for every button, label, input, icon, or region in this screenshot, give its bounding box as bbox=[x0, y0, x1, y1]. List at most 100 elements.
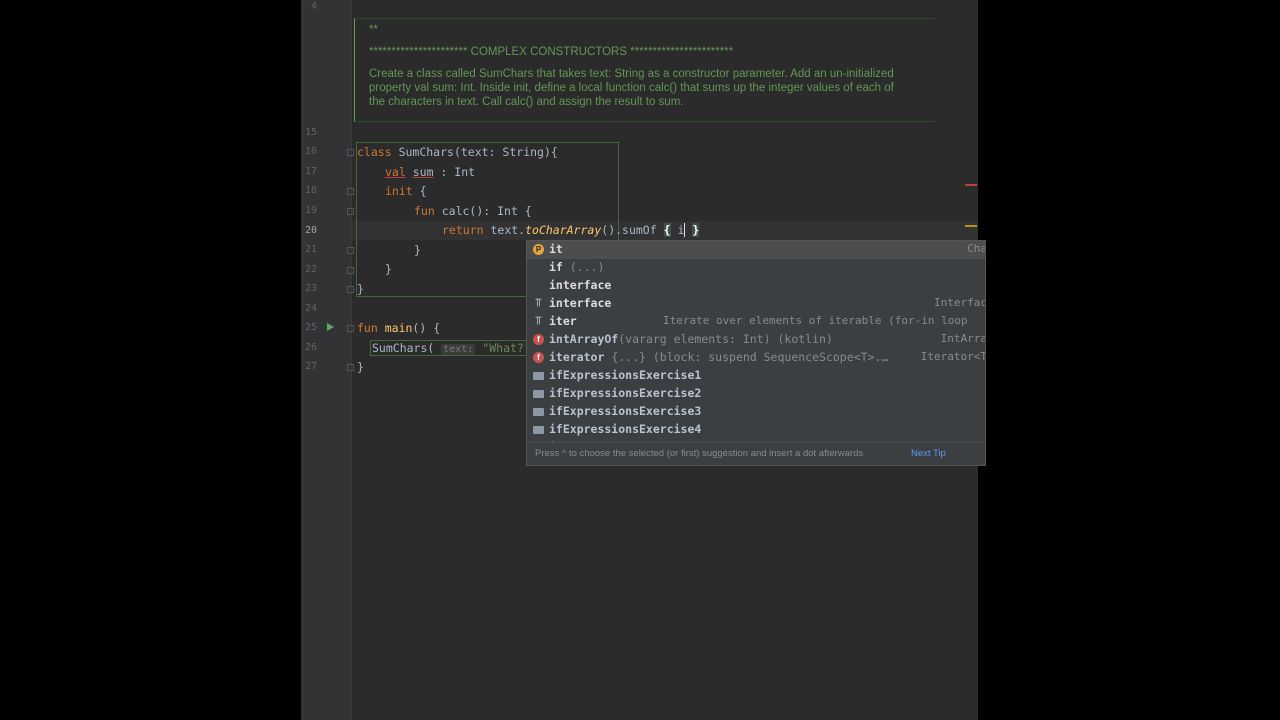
line-number: 24 bbox=[304, 303, 317, 314]
completion-type: Cha bbox=[967, 242, 986, 255]
code-line-18[interactable]: init { bbox=[385, 184, 427, 198]
code-text: ().sumOf bbox=[601, 223, 664, 237]
property-name: sum bbox=[412, 165, 434, 179]
code-line-22[interactable]: } bbox=[385, 262, 392, 276]
code-line-26[interactable]: SumChars( text: "What?") bbox=[370, 340, 540, 356]
code-text: () { bbox=[412, 321, 441, 335]
completion-name: if bbox=[549, 260, 563, 274]
line-number: 20 bbox=[304, 225, 317, 236]
completion-item[interactable]: P it Cha bbox=[527, 241, 986, 259]
parameter-hint: text: bbox=[441, 344, 476, 355]
fold-icon[interactable] bbox=[347, 286, 354, 293]
completion-item[interactable]: ⫪ iter Iterate over elements of iterable… bbox=[527, 313, 985, 331]
completion-name: interface bbox=[549, 296, 612, 310]
fold-icon[interactable] bbox=[347, 325, 354, 332]
code-text: } bbox=[385, 262, 392, 276]
completion-item[interactable]: ⫪ interface Interfac bbox=[527, 295, 986, 313]
comment-line: Create a class called SumChars that take… bbox=[369, 68, 894, 80]
code-line-21[interactable]: } bbox=[414, 243, 421, 257]
fold-icon[interactable] bbox=[347, 208, 354, 215]
fold-icon[interactable] bbox=[347, 188, 354, 195]
code-text: : Int bbox=[433, 165, 476, 179]
code-line-19[interactable]: fun calc(): Int { bbox=[414, 204, 532, 218]
fold-icon[interactable] bbox=[347, 149, 354, 156]
comment-stars: ** bbox=[369, 24, 378, 36]
next-tip-link[interactable]: Next Tip bbox=[911, 448, 946, 459]
comment-heading: ********************** COMPLEX CONSTRUCT… bbox=[369, 46, 734, 58]
code-line-20[interactable]: return text.toCharArray().sumOf { i } bbox=[442, 223, 700, 237]
lambda-close-brace: } bbox=[692, 223, 700, 237]
code-text: (text: String){ bbox=[453, 145, 558, 159]
line-number: 17 bbox=[304, 166, 317, 177]
warning-stripe-marker[interactable] bbox=[965, 225, 977, 227]
completion-item[interactable]: ifExpressionsExercise2 bbox=[527, 385, 985, 403]
fold-icon[interactable] bbox=[347, 364, 354, 371]
completion-footer: Press ^ to choose the selected (or first… bbox=[527, 442, 985, 465]
footer-hint: Press ^ to choose the selected (or first… bbox=[535, 448, 864, 459]
line-number: 22 bbox=[304, 264, 317, 275]
class-name: SumChars bbox=[398, 145, 454, 159]
live-template-icon: ⫪ bbox=[535, 297, 542, 309]
line-gutter: 4 15 16 17 18 19 20 21 22 23 24 25 26 27 bbox=[301, 0, 354, 720]
completion-item[interactable]: ifExpressionsExercise4 bbox=[527, 421, 985, 439]
keyword: init bbox=[385, 184, 413, 198]
fold-icon[interactable] bbox=[347, 267, 354, 274]
keyword: class bbox=[357, 145, 392, 159]
line-number: 19 bbox=[304, 205, 317, 216]
typed-text: i bbox=[670, 223, 685, 237]
package-icon bbox=[533, 408, 544, 416]
code-line-27[interactable]: } bbox=[357, 360, 364, 374]
completion-description: Iterate over elements of iterable (for-i… bbox=[663, 314, 968, 327]
completion-type: Iterator<T bbox=[920, 350, 986, 363]
completion-tail: {...} (block: suspend SequenceScope<T>.… bbox=[604, 350, 889, 364]
live-template-icon: ⫪ bbox=[535, 315, 542, 327]
completion-type: IntArra bbox=[940, 332, 986, 345]
parameter-icon: P bbox=[533, 244, 544, 255]
text-cursor bbox=[684, 223, 686, 237]
keyword: fun bbox=[414, 204, 435, 218]
code-line-25[interactable]: fun main() { bbox=[357, 321, 440, 335]
line-number: 16 bbox=[304, 146, 317, 157]
completion-name: ifExpressionsExercise3 bbox=[549, 404, 702, 418]
error-stripe-marker[interactable] bbox=[965, 184, 977, 186]
string-literal: "What?" bbox=[482, 341, 531, 355]
code-text: } bbox=[357, 360, 364, 374]
completion-name: it bbox=[549, 242, 563, 256]
comment-line: the characters in text. Call calc() and … bbox=[369, 96, 684, 108]
code-line-17[interactable]: val sum : Int bbox=[385, 165, 475, 179]
lambda-open-brace: { bbox=[663, 223, 671, 237]
run-icon[interactable] bbox=[327, 323, 334, 331]
extension-call: toCharArray bbox=[525, 223, 602, 237]
completion-name: ifExpressionsExercise4 bbox=[549, 422, 702, 436]
line-number: 26 bbox=[304, 342, 317, 353]
completion-popup[interactable]: P it Cha if (...) interface ⫪ interface … bbox=[526, 240, 986, 466]
completion-name: iter bbox=[549, 314, 577, 328]
comment-line: property val sum: Int. Inside init, defi… bbox=[369, 82, 894, 94]
line-number: 25 bbox=[304, 322, 317, 333]
completion-name: intArrayOf bbox=[549, 332, 619, 346]
package-icon bbox=[533, 390, 544, 398]
completion-item[interactable]: f iterator {...} (block: suspend Sequenc… bbox=[527, 349, 986, 367]
completion-type: Interfac bbox=[934, 296, 986, 309]
completion-tail: (...) bbox=[562, 260, 605, 274]
completion-item[interactable]: ifExpressionsExercise1 bbox=[527, 367, 985, 385]
package-icon bbox=[533, 372, 544, 380]
code-text: SumChars( bbox=[372, 341, 435, 355]
function-icon: f bbox=[533, 334, 544, 345]
function-icon: f bbox=[533, 352, 544, 363]
code-text: } bbox=[414, 243, 421, 257]
completion-item[interactable]: f intArrayOf(vararg elements: Int) (kotl… bbox=[527, 331, 986, 349]
fold-icon[interactable] bbox=[347, 247, 354, 254]
completion-name: ifExpressionsExercise1 bbox=[549, 368, 702, 382]
code-line-23[interactable]: } bbox=[357, 282, 364, 296]
line-number: 15 bbox=[304, 127, 317, 138]
line-number: 21 bbox=[304, 244, 317, 255]
package-icon bbox=[533, 426, 544, 434]
completion-item[interactable]: interface bbox=[527, 277, 985, 295]
function-name: calc bbox=[441, 204, 470, 218]
code-line-16[interactable]: class SumChars(text: String){ bbox=[357, 145, 558, 159]
completion-item[interactable]: ifExpressionsExercise3 bbox=[527, 403, 985, 421]
code-text: text. bbox=[483, 223, 526, 237]
code-text: { bbox=[412, 184, 427, 198]
completion-item[interactable]: if (...) bbox=[527, 259, 985, 277]
